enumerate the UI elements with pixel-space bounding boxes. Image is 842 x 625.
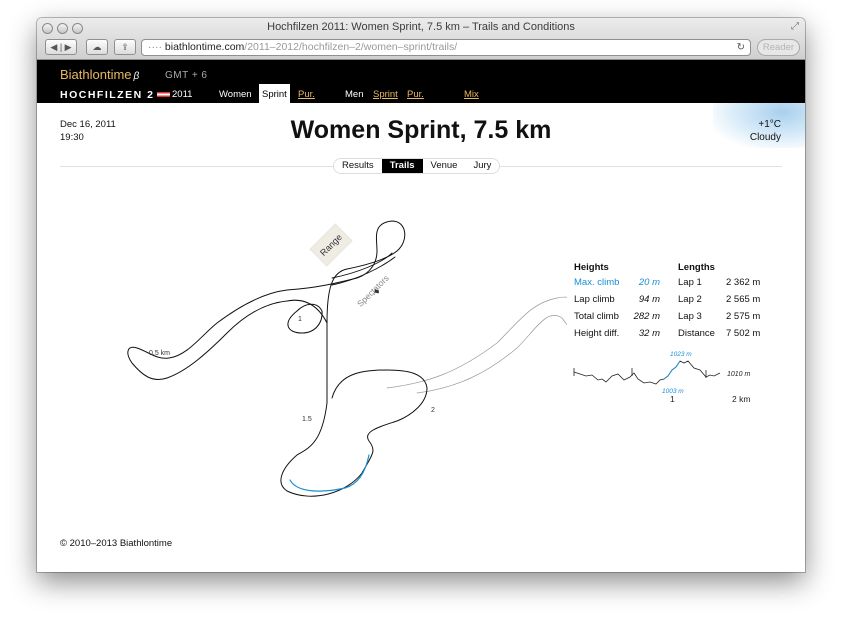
heights-label-height-diff: Height diff.	[574, 328, 620, 339]
icloud-tabs-button[interactable]: ☁	[86, 39, 108, 55]
lengths-value-lap-2: 2 565 m	[726, 294, 761, 305]
season-year: 2011	[172, 89, 193, 100]
site-logo[interactable]: Biathlontime β	[60, 67, 139, 82]
km-label-2: 2	[431, 407, 435, 414]
heights-value-height-diff: 32 m	[638, 328, 660, 339]
lengths-value-distance: 7 502 m	[726, 328, 761, 339]
share-button[interactable]: ⇪	[114, 39, 136, 55]
browser-window: Hochfilzen 2011: Women Sprint, 7.5 km – …	[37, 18, 805, 572]
elevation-profile: 1023 m 1003 m 1010 m 1 2 km	[573, 351, 751, 404]
address-bar[interactable]: ···· biathlontime.com/2011–2012/hochfilz…	[141, 39, 751, 56]
back-forward-buttons[interactable]: ◀ | ▶	[45, 39, 77, 55]
profile-max-label: 1023 m	[670, 351, 692, 358]
profile-x-label-2: 2 km	[732, 394, 750, 404]
austria-flag-icon	[157, 92, 171, 97]
range-building: Range	[309, 223, 353, 267]
heights-value-lap-climb: 94 m	[638, 294, 660, 305]
trail-steep-climb	[289, 454, 370, 492]
nav-men-sprint[interactable]: Sprint	[373, 89, 398, 100]
trail-connector	[386, 296, 567, 394]
lengths-label-lap-1: Lap 1	[678, 277, 702, 288]
profile-climb	[663, 360, 681, 380]
heights-label-lap-climb: Lap climb	[574, 294, 615, 305]
temperature: +1°C	[758, 119, 781, 130]
window-title: Hochfilzen 2011: Women Sprint, 7.5 km – …	[267, 21, 575, 33]
lengths-title: Lengths	[678, 262, 715, 273]
tab-results[interactable]: Results	[334, 159, 382, 173]
women-label: Women	[219, 89, 252, 100]
nav-men-pursuit[interactable]: Pur.	[407, 89, 424, 100]
lengths-label-lap-2: Lap 2	[678, 294, 702, 305]
url-host: biathlontime.com	[164, 41, 245, 53]
lengths-value-lap-1: 2 362 m	[726, 277, 761, 288]
logo-text: Biathlontime	[60, 67, 132, 82]
lengths-label-distance: Distance	[678, 328, 715, 339]
url-path: /2011–2012/hochfilzen–2/women–sprint/tra…	[244, 41, 458, 53]
logo-beta: β	[133, 71, 140, 82]
heights-label-total-climb: Total climb	[574, 311, 619, 322]
trail-map: Range Spectators ⚑ 0.5 km 1 1.5 2	[127, 220, 567, 497]
page-title: Women Sprint, 7.5 km	[290, 116, 552, 144]
site-header: Biathlontime β GMT + 6 HOCHFILZEN 2 2011 …	[37, 60, 805, 103]
event-tabs: Results Trails Venue Jury	[333, 158, 501, 174]
cloud-icon: ☁	[92, 42, 102, 52]
place-name: HOCHFILZEN 2	[60, 89, 155, 101]
browser-toolbar: Hochfilzen 2011: Women Sprint, 7.5 km – …	[37, 18, 805, 60]
heights-title: Heights	[574, 262, 609, 273]
reload-icon[interactable]: ↻	[737, 40, 745, 55]
lengths-label-lap-3: Lap 3	[678, 311, 702, 322]
tab-trails[interactable]: Trails	[381, 159, 423, 173]
nav-mix[interactable]: Mix	[464, 89, 479, 100]
nav-women-pursuit[interactable]: Pur.	[298, 89, 315, 100]
trail-main-loop	[280, 322, 428, 497]
reader-button[interactable]: Reader	[757, 39, 800, 56]
weather-condition: Cloudy	[749, 132, 781, 143]
url-dots-icon: ····	[148, 41, 162, 53]
profile-x-label-1: 1	[670, 394, 675, 404]
heights-value-max-climb: 20 m	[638, 277, 660, 288]
km-label-0-5: 0.5 km	[149, 350, 170, 357]
heights-value-total-climb: 282 m	[633, 311, 660, 322]
tab-venue[interactable]: Venue	[423, 159, 466, 173]
forward-icon[interactable]: ▶	[65, 42, 72, 52]
finish-flag-icon: ⚑	[373, 288, 380, 297]
men-label: Men	[345, 89, 364, 100]
footer-copyright: © 2010–2013 Biathlontime	[60, 538, 173, 549]
fullscreen-icon[interactable]: ⤢	[791, 21, 799, 32]
share-icon: ⇪	[121, 42, 129, 52]
event-place: HOCHFILZEN 2	[60, 89, 171, 101]
heights-label-max-climb: Max. climb	[574, 277, 620, 288]
weather-info: +1°C Cloudy	[750, 118, 781, 144]
back-icon[interactable]: ◀	[50, 42, 57, 52]
tab-jury[interactable]: Jury	[465, 159, 499, 173]
km-label-1: 1	[298, 316, 302, 323]
lengths-value-lap-3: 2 575 m	[726, 311, 761, 322]
profile-line	[573, 360, 721, 385]
km-label-1-5: 1.5	[302, 416, 312, 423]
nav-women-sprint[interactable]: Sprint	[259, 84, 290, 103]
profile-end-label: 1010 m	[727, 371, 751, 378]
timezone-selector[interactable]: GMT + 6	[165, 70, 208, 81]
